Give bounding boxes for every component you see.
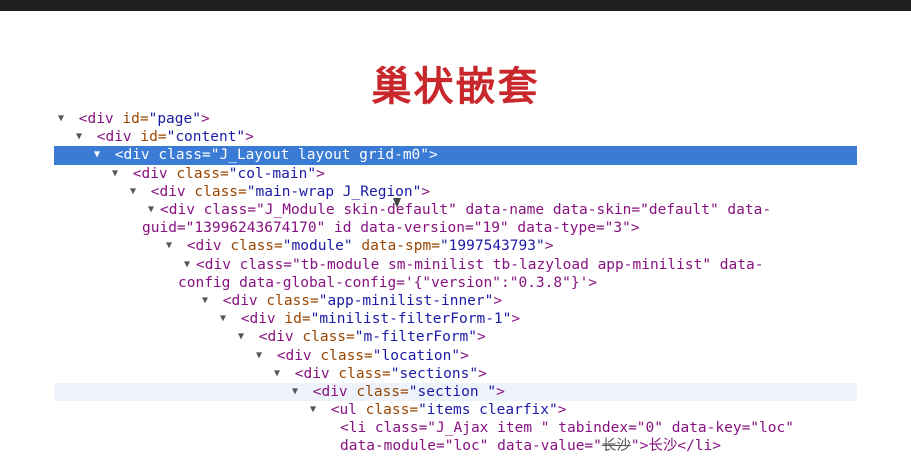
expand-toggle-icon[interactable]: ▼ <box>58 110 70 128</box>
attr-name: class= <box>230 238 283 255</box>
dom-node-minilist-filterform[interactable]: ▼ <div id="minilist-filterForm-1"> <box>54 310 857 328</box>
attr-name: class= <box>338 365 391 382</box>
attr-value: "module" <box>282 238 353 255</box>
attr-name: class= <box>365 402 419 419</box>
dom-node-tb-module[interactable]: ▼ <div class="tb-module sm-minilist tb-l… <box>54 256 857 292</box>
tag-open: <div <box>78 111 114 127</box>
dom-node-location[interactable]: ▼ <div class="location"> <box>54 347 857 365</box>
expand-toggle-icon[interactable]: ▼ <box>166 237 178 255</box>
node-markup-line2: data-module="loc" data-value="长沙">长沙</li… <box>340 437 857 455</box>
attr-value-2: "1997543793" <box>439 238 545 255</box>
dom-node-layout-selected[interactable]: ▼ <div class="J_Layout layout grid-m0"> <box>54 146 857 165</box>
tag-close: > <box>557 402 567 419</box>
tag-close: > <box>493 292 503 309</box>
tag-close: > <box>477 329 486 346</box>
attr-value: "content" <box>166 129 246 146</box>
expand-toggle-icon[interactable]: ▼ <box>148 201 160 219</box>
attr-name: id= <box>122 111 149 127</box>
tag-close: > <box>496 383 505 400</box>
tag-close: > <box>460 347 469 364</box>
tag-open: <div <box>132 165 168 182</box>
dom-node-module[interactable]: ▼ <div class="module" data-spm="19975437… <box>54 237 857 255</box>
tag-open: <div <box>150 183 186 200</box>
attr-value: "items clearfix" <box>418 402 558 419</box>
dom-node-content[interactable]: ▼ <div id="content"> <box>54 128 857 146</box>
node-markup-line2: config data-global-config='{"version":"0… <box>178 274 598 291</box>
tag-open: <div <box>276 347 312 364</box>
dom-tree: ▼ <div id="page"> ▼ <div id="content"> ▼… <box>54 110 857 456</box>
expand-toggle-icon[interactable]: ▼ <box>202 292 214 310</box>
expand-toggle-icon[interactable]: ▼ <box>310 401 322 419</box>
dom-node-app-minilist-inner[interactable]: ▼ <div class="app-minilist-inner"> <box>54 292 857 310</box>
attr-value: "section " <box>408 383 497 400</box>
tag-close: > <box>544 238 554 255</box>
slide-title: 巢状嵌套 <box>371 64 540 110</box>
dom-node-section[interactable]: ▼ <div class="section "> <box>54 382 857 402</box>
tag-open: <div <box>240 311 276 328</box>
expand-toggle-icon[interactable]: ▼ <box>274 365 286 383</box>
tag-close: > <box>245 129 254 146</box>
struck-value: 长沙 <box>601 438 631 455</box>
tag-open: <div <box>312 383 348 400</box>
slide: 巢状嵌套 ▼ <div id="page"> ▼ <div id="conten… <box>0 11 911 474</box>
tag-open: <div <box>96 129 132 146</box>
tag-close: > <box>421 183 431 200</box>
node-markup-line2-start: data-module="loc" data-value=" <box>340 438 602 455</box>
attr-value: "page" <box>148 111 201 127</box>
tag-open: <div <box>222 292 258 309</box>
attr-name: id= <box>284 311 311 328</box>
attr-name: class= <box>194 183 247 200</box>
node-markup-line1: <div class="tb-module sm-minilist tb-laz… <box>196 256 764 273</box>
tag-close: > <box>478 365 487 382</box>
tag-open: <div <box>258 329 294 346</box>
expand-toggle-icon[interactable]: ▼ <box>76 128 88 146</box>
attr-value: "sections" <box>390 365 479 382</box>
expand-toggle-icon[interactable]: ▼ <box>238 328 250 346</box>
attr-value: "app-minilist-inner" <box>318 292 494 309</box>
node-markup-line2: guid="13996243674170" id data-version="1… <box>142 220 640 237</box>
tag-open: <ul <box>330 402 357 419</box>
attr-name: id= <box>140 129 167 146</box>
expand-toggle-icon[interactable]: ▼ <box>184 256 196 274</box>
node-markup-line1: <li class="J_Ajax item " tabindex="0" da… <box>340 420 794 437</box>
dom-node-li-item[interactable]: <li class="J_Ajax item " tabindex="0" da… <box>54 419 857 455</box>
expand-toggle-icon[interactable]: ▼ <box>130 183 142 201</box>
node-markup: <div class="J_Layout layout grid-m0"> <box>114 147 438 164</box>
attr-name: class= <box>320 347 373 364</box>
attr-name: class= <box>266 292 319 309</box>
tag-close: > <box>200 111 210 127</box>
node-markup-line1: <div class="J_Module skin-default" data-… <box>160 201 772 218</box>
attr-name: class= <box>356 383 409 400</box>
attr-name: class= <box>176 165 229 182</box>
dom-node-sections[interactable]: ▼ <div class="sections"> <box>54 365 857 383</box>
expand-toggle-icon[interactable]: ▼ <box>112 165 124 183</box>
tag-close: > <box>316 165 325 182</box>
dom-node-items-list[interactable]: ▼ <ul class="items clearfix"> <box>54 401 857 419</box>
node-markup-line2-end: ">长沙</li> <box>630 438 722 455</box>
dom-node-col-main[interactable]: ▼ <div class="col-main"> <box>54 165 857 183</box>
dom-node-j-module[interactable]: ▼ <div class="J_Module skin-default" dat… <box>54 201 857 237</box>
expand-toggle-icon[interactable]: ▼ <box>292 383 304 401</box>
attr-value: "col-main" <box>228 165 317 182</box>
tag-open: <div <box>294 365 330 382</box>
tag-open: <div <box>186 238 222 255</box>
attr-value: "location" <box>372 347 461 364</box>
attr-value: "minilist-filterForm-1" <box>310 311 512 328</box>
attr-value: "m-filterForm" <box>354 329 477 346</box>
expand-toggle-icon[interactable]: ▼ <box>220 310 232 328</box>
dom-node-page[interactable]: ▼ <div id="page"> <box>54 110 857 128</box>
mouse-cursor-icon <box>393 198 401 208</box>
dom-node-m-filterform[interactable]: ▼ <div class="m-filterForm"> <box>54 328 857 346</box>
attr-name: class= <box>302 329 355 346</box>
expand-toggle-icon[interactable]: ▼ <box>94 146 106 164</box>
dom-node-main-wrap[interactable]: ▼ <div class="main-wrap J_Region"> <box>54 183 857 201</box>
expand-toggle-icon[interactable]: ▼ <box>256 347 268 365</box>
attr-name-2: data-spm= <box>361 238 440 255</box>
tag-close: > <box>511 311 521 328</box>
